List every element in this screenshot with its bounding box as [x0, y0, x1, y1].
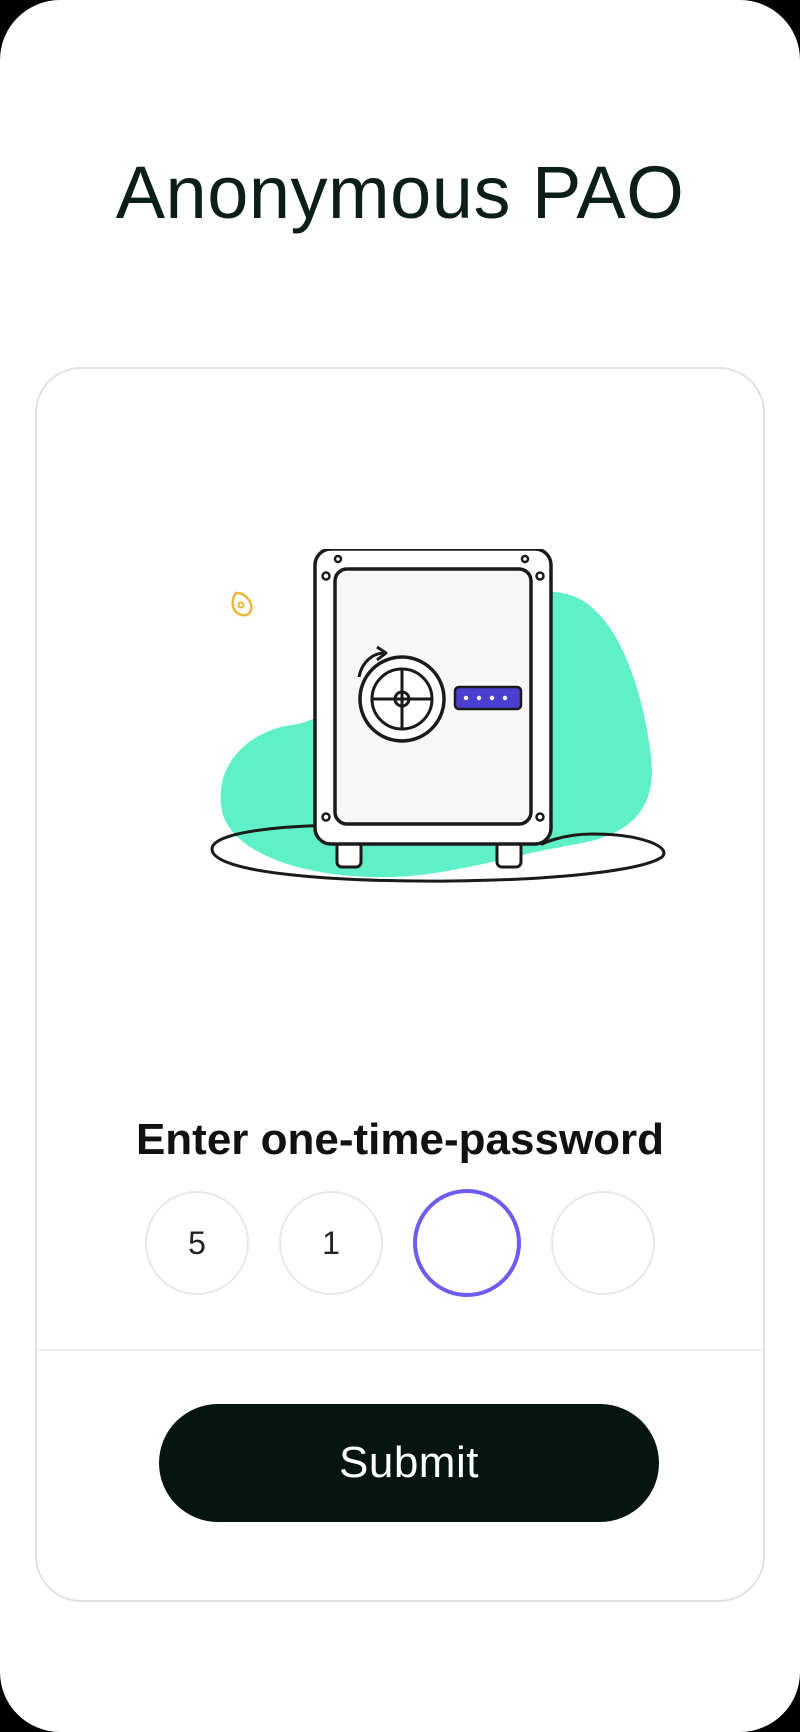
phone-screen: Anonymous PAO Enter one-time-password 5 … — [0, 0, 800, 1732]
otp-digit-4[interactable] — [551, 1191, 655, 1295]
submit-button[interactable]: Submit — [159, 1404, 659, 1522]
otp-card: Enter one-time-password 5 1 Submit — [35, 367, 765, 1602]
otp-label: Enter one-time-password — [135, 1115, 665, 1164]
divider — [37, 1349, 763, 1351]
otp-digit-3[interactable] — [413, 1189, 521, 1297]
otp-input-group: 5 1 — [37, 1189, 763, 1297]
otp-digit-2[interactable]: 1 — [279, 1191, 383, 1295]
page-title: Anonymous PAO — [115, 151, 685, 234]
safe-icon — [210, 549, 666, 883]
otp-digit-1[interactable]: 5 — [145, 1191, 249, 1295]
